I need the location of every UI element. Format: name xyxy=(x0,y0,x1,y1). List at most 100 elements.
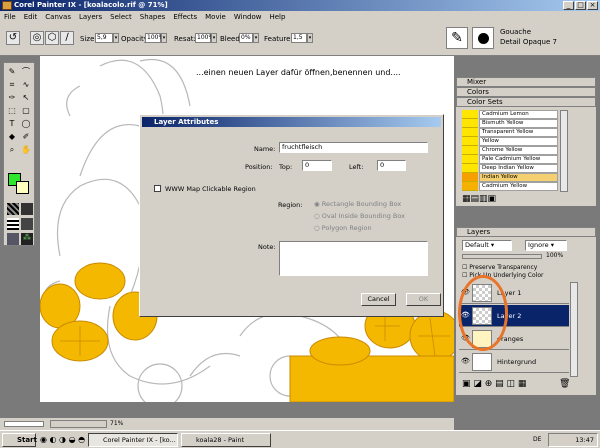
brush-category-name[interactable]: Gouache xyxy=(500,28,531,36)
color-swatch[interactable] xyxy=(462,164,478,173)
quick-launch-icons[interactable]: ◉ ◐ ◑ ◒ ◓ xyxy=(40,435,85,444)
minimize-button[interactable]: _ xyxy=(563,1,574,10)
color-set-scrollbar[interactable] xyxy=(560,110,568,192)
taskbar-item-painter[interactable]: Corel Painter IX - [ko... xyxy=(88,433,178,447)
maximize-button[interactable]: □ xyxy=(575,1,586,10)
language-indicator[interactable]: DE xyxy=(533,436,541,443)
bleed-dropdown-icon[interactable]: ▾ xyxy=(253,33,259,43)
region-polygon-radio[interactable]: ○ Polygon Region xyxy=(314,224,372,232)
nozzle-selector-icon[interactable]: ⁂ xyxy=(21,233,33,245)
color-name[interactable]: Pale Cadmium Yellow xyxy=(479,155,558,164)
menu-select[interactable]: Select xyxy=(110,13,132,21)
color-swatch[interactable] xyxy=(462,128,478,137)
ok-button[interactable]: OK xyxy=(406,293,441,306)
region-oval-radio[interactable]: ○ Oval Inside Bounding Box xyxy=(314,212,405,220)
look-selector-icon[interactable] xyxy=(7,233,19,245)
color-swatch[interactable] xyxy=(462,110,478,119)
brush-variant-icon[interactable] xyxy=(472,27,494,49)
resat-input[interactable]: 100% xyxy=(195,33,214,43)
color-set-tools-icon[interactable]: ▦▤▥▣ xyxy=(462,194,496,204)
color-name[interactable]: Transparent Yellow xyxy=(479,128,558,137)
pattern-selector-icon[interactable] xyxy=(7,218,19,230)
color-name[interactable]: Indian Yellow xyxy=(479,173,558,182)
layers-scrollbar[interactable] xyxy=(570,282,578,377)
magnifier-icon[interactable]: ⌕ xyxy=(7,145,17,155)
menu-layers[interactable]: Layers xyxy=(79,13,102,21)
lasso-tool-icon[interactable]: ∿ xyxy=(21,80,31,90)
brush-variant-name[interactable]: Detail Opaque 7 xyxy=(500,38,557,46)
menu-shapes[interactable]: Shapes xyxy=(140,13,166,21)
size-dropdown-icon[interactable]: ▾ xyxy=(113,33,119,43)
start-button[interactable]: Start xyxy=(2,433,37,447)
color-name[interactable]: Cadmium Lemon xyxy=(479,110,558,119)
color-sets-panel-header[interactable]: Color Sets xyxy=(456,97,596,107)
color-swatch[interactable] xyxy=(462,155,478,164)
brush-tool-icon[interactable]: ✎ xyxy=(7,67,17,77)
menu-movie[interactable]: Movie xyxy=(205,13,226,21)
menu-window[interactable]: Window xyxy=(234,13,262,21)
preserve-transparency-checkbox[interactable]: ☐ Preserve Transparency xyxy=(462,264,537,271)
rect-select-icon[interactable]: ⬚ xyxy=(7,106,17,116)
note-textarea[interactable] xyxy=(279,241,428,276)
size-input[interactable]: 5,9 xyxy=(95,33,113,43)
layers-panel-header[interactable]: Layers xyxy=(456,227,596,237)
menu-file[interactable]: File xyxy=(4,13,16,21)
paper-selector-icon[interactable] xyxy=(7,203,19,215)
color-swatch[interactable] xyxy=(462,173,478,182)
layer-opacity-slider[interactable] xyxy=(462,254,542,259)
crop-tool-icon[interactable]: ⌗ xyxy=(7,80,17,90)
color-name[interactable]: Cadmium Yellow xyxy=(479,182,558,191)
horizontal-scrollbar[interactable] xyxy=(50,420,107,428)
zoom-slider[interactable] xyxy=(4,421,44,427)
feature-input[interactable]: 1,5 xyxy=(291,33,307,43)
menu-effects[interactable]: Effects xyxy=(173,13,197,21)
eye-icon[interactable]: 👁 xyxy=(461,357,470,365)
color-name[interactable]: Bismuth Yellow xyxy=(479,119,558,128)
layer-commands-icon[interactable]: ▣ ◪ ⊕ ▤ ◫ ▦ xyxy=(462,379,526,389)
opacity-input[interactable]: 100% xyxy=(145,33,164,43)
cancel-button[interactable]: Cancel xyxy=(361,293,396,306)
menu-help[interactable]: Help xyxy=(269,13,285,21)
color-name[interactable]: Yellow xyxy=(479,137,558,146)
gradient-selector-icon[interactable] xyxy=(21,203,33,215)
bleed-input[interactable]: 0% xyxy=(239,33,253,43)
left-input[interactable]: 0 xyxy=(377,160,406,171)
www-region-checkbox[interactable] xyxy=(154,185,161,192)
shape-select-icon[interactable]: ▢ xyxy=(21,106,31,116)
opacity-dropdown-icon[interactable]: ▾ xyxy=(161,33,167,43)
close-button[interactable]: × xyxy=(587,1,598,10)
brush-shape-icon[interactable]: ⬡ xyxy=(45,31,59,45)
brush-category-icon[interactable]: ✎ xyxy=(446,27,468,49)
layer-adjuster-icon[interactable]: ↖ xyxy=(21,93,31,103)
brush-stroke-icon[interactable]: ∕ xyxy=(60,31,74,45)
oval-select-icon[interactable]: ◯ xyxy=(21,119,31,129)
color-swatch[interactable] xyxy=(462,146,478,155)
layer-name-input[interactable]: fruchtfleisch xyxy=(279,142,428,153)
resat-dropdown-icon[interactable]: ▾ xyxy=(211,33,217,43)
top-input[interactable]: 0 xyxy=(302,160,332,171)
weave-selector-icon[interactable] xyxy=(21,218,33,230)
paint-bucket-icon[interactable]: ◆ xyxy=(7,132,17,142)
dropper-tool-icon[interactable]: ⌒ xyxy=(21,67,31,77)
composite-method-select[interactable]: Default ▾ xyxy=(462,240,512,251)
feature-dropdown-icon[interactable]: ▾ xyxy=(307,33,313,43)
painter-app-icon[interactable] xyxy=(2,1,12,10)
color-swatch[interactable] xyxy=(462,182,478,191)
color-swatch[interactable] xyxy=(462,137,478,146)
text-tool-icon[interactable]: T xyxy=(7,119,17,129)
grabber-hand-icon[interactable]: ✋ xyxy=(21,145,31,155)
pen-tool-icon[interactable]: ✑ xyxy=(7,93,17,103)
color-swatch[interactable] xyxy=(462,119,478,128)
colors-panel-header[interactable]: Colors xyxy=(456,87,596,97)
window-title-bar[interactable]: Corel Painter IX - [koalacolo.rif @ 71%] xyxy=(0,0,600,11)
taskbar-item-paint[interactable]: koala28 - Paint xyxy=(181,433,271,447)
menu-canvas[interactable]: Canvas xyxy=(45,13,71,21)
eraser-tool-icon[interactable]: ✐ xyxy=(21,132,31,142)
delete-layer-icon[interactable]: 🗑 xyxy=(559,379,570,389)
dialog-title-bar[interactable]: Layer Attributes xyxy=(142,117,441,127)
dab-type-icon[interactable]: ◎ xyxy=(30,31,44,45)
region-rect-radio[interactable]: ◉ Rectangle Bounding Box xyxy=(314,200,401,208)
depth-method-select[interactable]: Ignore ▾ xyxy=(525,240,567,251)
color-name[interactable]: Chrome Yellow xyxy=(479,146,558,155)
additional-color-swatch[interactable] xyxy=(16,181,29,194)
